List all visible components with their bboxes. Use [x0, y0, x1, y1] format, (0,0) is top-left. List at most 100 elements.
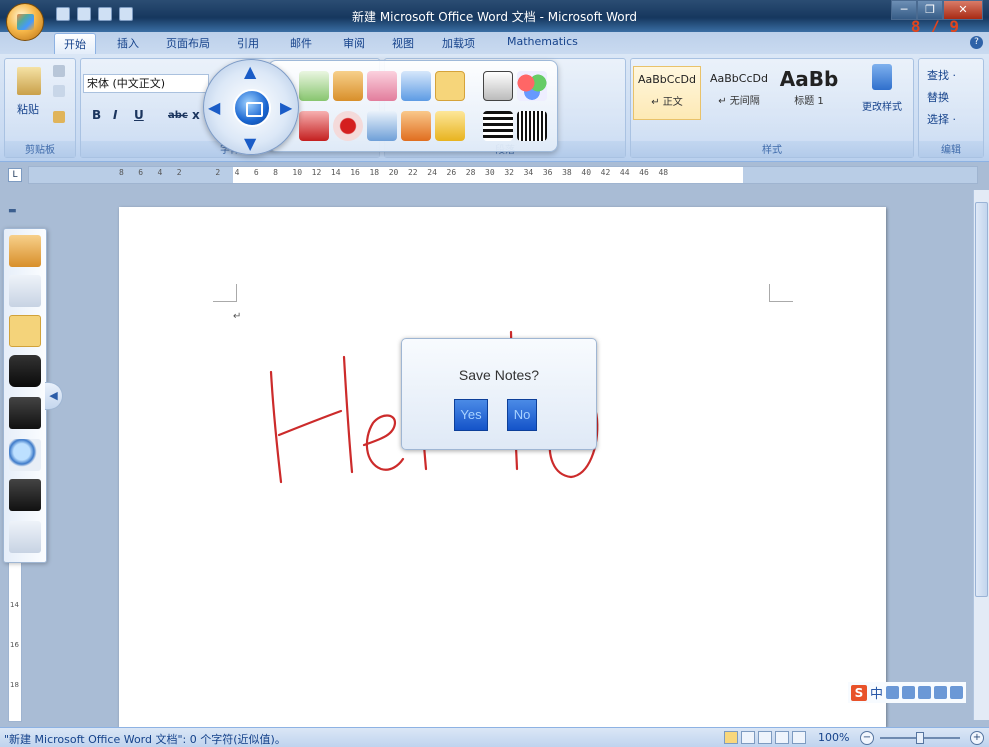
style-no-spacing[interactable]: AaBbCcDd ↵ 无间隔 — [705, 66, 773, 120]
office-button[interactable] — [6, 3, 44, 41]
margin-corner-left — [213, 284, 237, 302]
cut-icon[interactable] — [53, 65, 65, 77]
style-no-spacing-name: ↵ 无间隔 — [718, 96, 760, 107]
select-button[interactable]: 选择 · — [927, 111, 956, 127]
tab-mathematics[interactable]: Mathematics — [507, 35, 578, 48]
tab-review[interactable]: 审阅 — [343, 35, 365, 51]
eraser-side-icon[interactable] — [9, 315, 41, 347]
fill-color-icon[interactable] — [483, 71, 513, 101]
zoom-in-button[interactable]: + — [970, 731, 984, 745]
keyboard-icon[interactable] — [918, 686, 932, 699]
screen-shade-icon[interactable] — [9, 397, 41, 429]
group-editing: 查找 · 替换 选择 · 编辑 — [918, 58, 984, 158]
tab-addins[interactable]: 加载项 — [442, 35, 475, 51]
whiteboard-icon[interactable] — [9, 479, 41, 511]
office-logo-icon — [17, 14, 34, 30]
change-styles-button[interactable]: 更改样式 — [862, 98, 902, 113]
zoom-level[interactable]: 100% — [818, 731, 849, 744]
tab-references[interactable]: 引用 — [237, 35, 259, 51]
format-painter-icon[interactable] — [53, 111, 65, 123]
word-window: 新建 Microsoft Office Word 文档 - Microsoft … — [0, 0, 989, 747]
group-clipboard: 粘贴 剪贴板 — [4, 58, 76, 158]
strikethrough-button[interactable]: abc — [168, 110, 188, 121]
center-select-icon[interactable] — [233, 89, 271, 127]
full-screen-view-icon[interactable] — [741, 731, 755, 744]
paste-icon[interactable] — [17, 67, 41, 95]
vertical-scrollbar[interactable] — [973, 190, 989, 720]
document-page[interactable]: ↵ — [119, 207, 886, 727]
no-button[interactable]: No — [507, 399, 537, 431]
bold-button[interactable]: B — [92, 108, 101, 122]
hand-icon[interactable] — [9, 275, 41, 307]
folder-icon[interactable] — [435, 111, 465, 141]
color-picker-icon[interactable] — [517, 71, 547, 101]
shape-icon[interactable] — [367, 71, 397, 101]
style-no-spacing-preview: AaBbCcDd — [710, 72, 768, 85]
tab-home[interactable]: 开始 — [54, 33, 96, 54]
font-name-dropdown[interactable]: 宋体 (中文正文) — [83, 74, 209, 93]
web-layout-view-icon[interactable] — [758, 731, 772, 744]
style-heading-1-preview: AaBb — [779, 67, 839, 91]
underline-button[interactable]: U — [134, 108, 144, 122]
tab-insert[interactable]: 插入 — [117, 35, 139, 51]
scrollbar-thumb[interactable] — [975, 202, 988, 597]
vruler-tick: 18 — [10, 681, 19, 689]
replace-button[interactable]: 替换 — [927, 89, 949, 105]
eraser-icon[interactable] — [401, 71, 431, 101]
margin-corner-right — [769, 284, 793, 302]
screen-capture-icon[interactable] — [299, 111, 329, 141]
copy-icon[interactable] — [53, 85, 65, 97]
horizontal-ruler[interactable]: 8 6 4 2 2 4 6 8 10 12 14 16 18 20 22 24 … — [28, 166, 978, 184]
left-arrow-icon[interactable]: ◀ — [208, 98, 220, 117]
moon-icon[interactable] — [886, 686, 900, 699]
ruler-toggle-icon[interactable]: ▬ — [8, 206, 22, 220]
punctuation-icon[interactable] — [902, 686, 916, 699]
change-styles-icon[interactable] — [872, 64, 892, 90]
styles-group-label: 样式 — [631, 141, 913, 157]
status-bar: "新建 Microsoft Office Word 文档": 0 个字符(近似值… — [0, 727, 989, 747]
zoom-slider-knob[interactable] — [916, 732, 924, 744]
spotlight-icon[interactable] — [9, 355, 41, 387]
pen-icon[interactable] — [9, 235, 41, 267]
vertical-ruler[interactable]: 14 16 18 — [8, 560, 22, 722]
style-normal-preview: AaBbCcDd — [638, 73, 696, 86]
line-style-icon[interactable] — [517, 111, 547, 141]
help-icon[interactable]: ? — [970, 36, 983, 49]
record-icon[interactable] — [333, 111, 363, 141]
subscript-button[interactable]: x — [192, 108, 200, 122]
pencil-icon[interactable] — [333, 71, 363, 101]
print-layout-view-icon[interactable] — [724, 731, 738, 744]
sogou-icon[interactable]: S — [851, 684, 867, 701]
paste-label[interactable]: 粘贴 — [17, 101, 39, 117]
line-width-icon[interactable] — [483, 111, 513, 141]
tab-mailings[interactable]: 邮件 — [290, 35, 312, 51]
toolbox-icon[interactable] — [401, 111, 431, 141]
draft-view-icon[interactable] — [792, 731, 806, 744]
dialog-title: Save Notes? — [458, 367, 540, 383]
navigation-wheel[interactable]: ▲ ▼ ◀ ▶ — [203, 59, 299, 155]
outline-view-icon[interactable] — [775, 731, 789, 744]
ime-mode[interactable]: 中 — [870, 683, 883, 702]
zoom-slider[interactable] — [880, 732, 960, 744]
right-arrow-icon[interactable]: ▶ — [280, 98, 292, 117]
tab-page-layout[interactable]: 页面布局 — [166, 35, 210, 51]
highlighter-icon[interactable] — [435, 71, 465, 101]
magnifier-icon[interactable] — [9, 439, 41, 471]
document-icon[interactable] — [367, 111, 397, 141]
style-heading-1[interactable]: AaBb 标题 1 — [777, 66, 841, 120]
new-page-icon[interactable] — [299, 71, 329, 101]
up-arrow-icon[interactable]: ▲ — [244, 62, 256, 81]
user-icon[interactable] — [934, 686, 948, 699]
find-button[interactable]: 查找 · — [927, 67, 956, 83]
side-toolbar-collapse-icon[interactable]: ◀ — [45, 382, 63, 410]
down-arrow-icon[interactable]: ▼ — [244, 134, 256, 153]
zoom-out-button[interactable]: − — [860, 731, 874, 745]
tab-view[interactable]: 视图 — [392, 35, 414, 51]
speaker-icon[interactable] — [9, 521, 41, 553]
tab-selector-icon[interactable]: L — [8, 168, 22, 182]
italic-button[interactable]: I — [113, 108, 117, 122]
settings-icon[interactable] — [950, 686, 964, 699]
ime-toolbar: S 中 — [848, 682, 967, 703]
yes-button[interactable]: Yes — [454, 399, 488, 431]
style-normal[interactable]: AaBbCcDd ↵ 正文 — [633, 66, 701, 120]
